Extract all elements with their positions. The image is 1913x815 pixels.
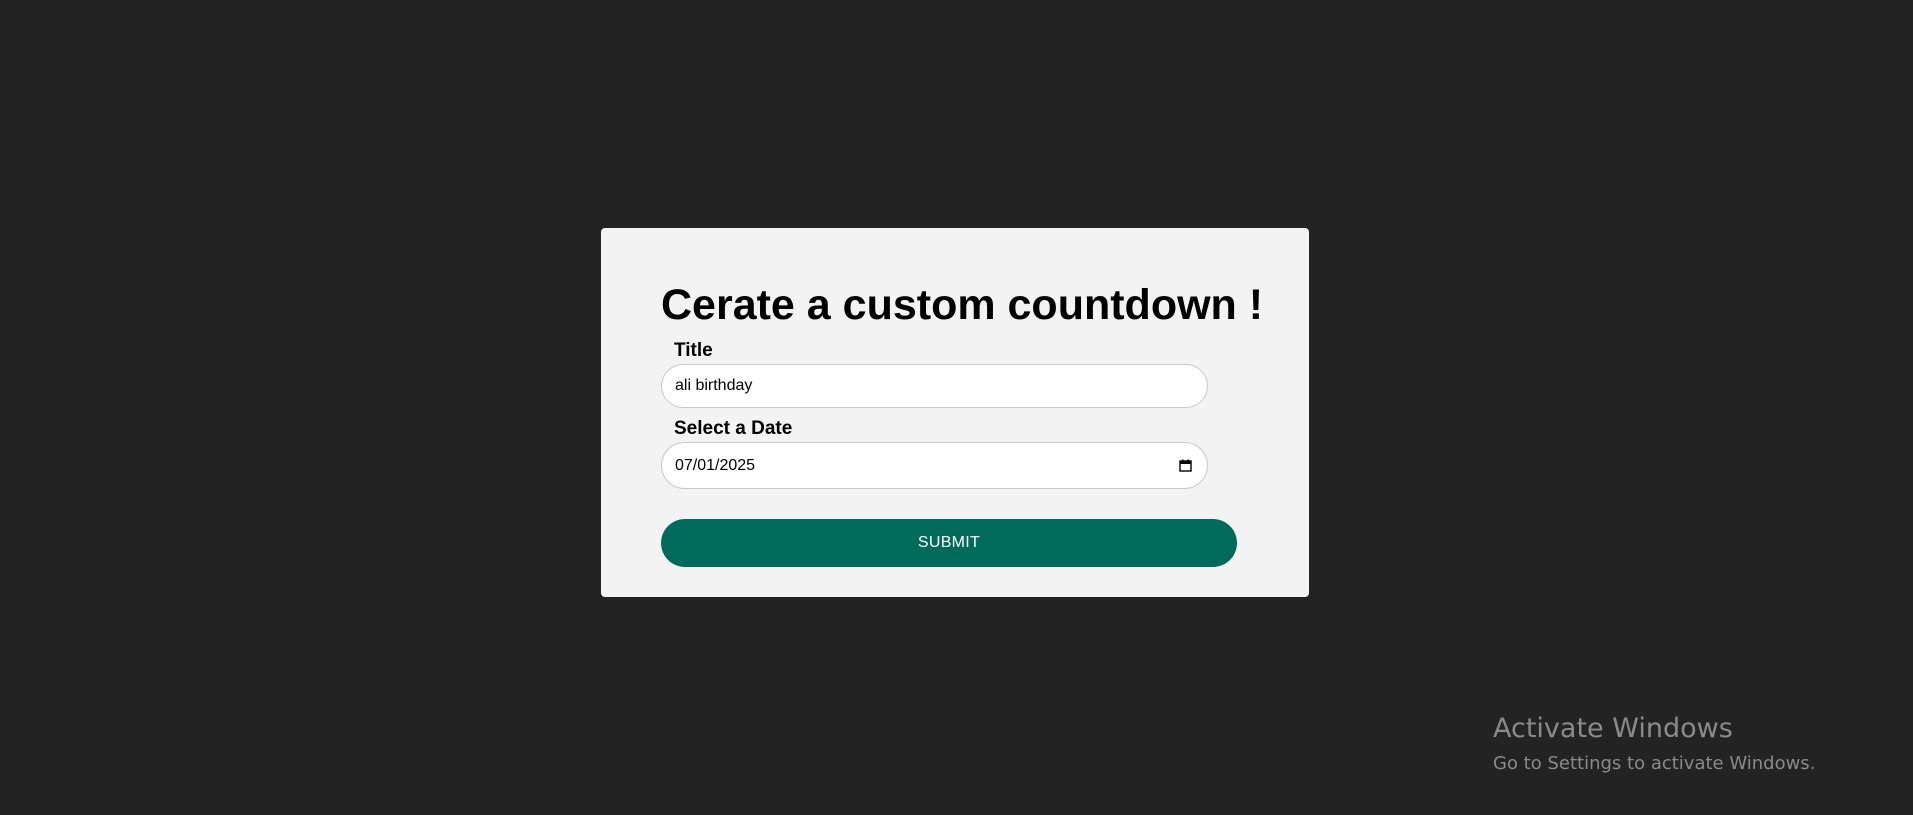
title-label: Title <box>674 340 713 361</box>
watermark-title: Activate Windows <box>1493 713 1733 744</box>
submit-button[interactable]: SUBMIT <box>661 519 1237 567</box>
title-input-value: ali birthday <box>675 377 753 394</box>
calendar-icon[interactable] <box>1179 459 1192 472</box>
date-input[interactable]: 07/01/2025 <box>661 442 1208 489</box>
date-input-value: 07/01/2025 <box>675 456 756 474</box>
page-background: Cerate a custom countdown ! Title ali bi… <box>0 0 1913 815</box>
watermark-subtitle: Go to Settings to activate Windows. <box>1493 753 1816 774</box>
windows-activation-watermark: Activate Windows Go to Settings to activ… <box>1493 709 1815 779</box>
date-label: Select a Date <box>674 418 793 439</box>
countdown-form-card: Cerate a custom countdown ! Title ali bi… <box>601 228 1309 597</box>
title-input[interactable]: ali birthday <box>661 364 1208 408</box>
page-title: Cerate a custom countdown ! <box>661 281 1264 329</box>
